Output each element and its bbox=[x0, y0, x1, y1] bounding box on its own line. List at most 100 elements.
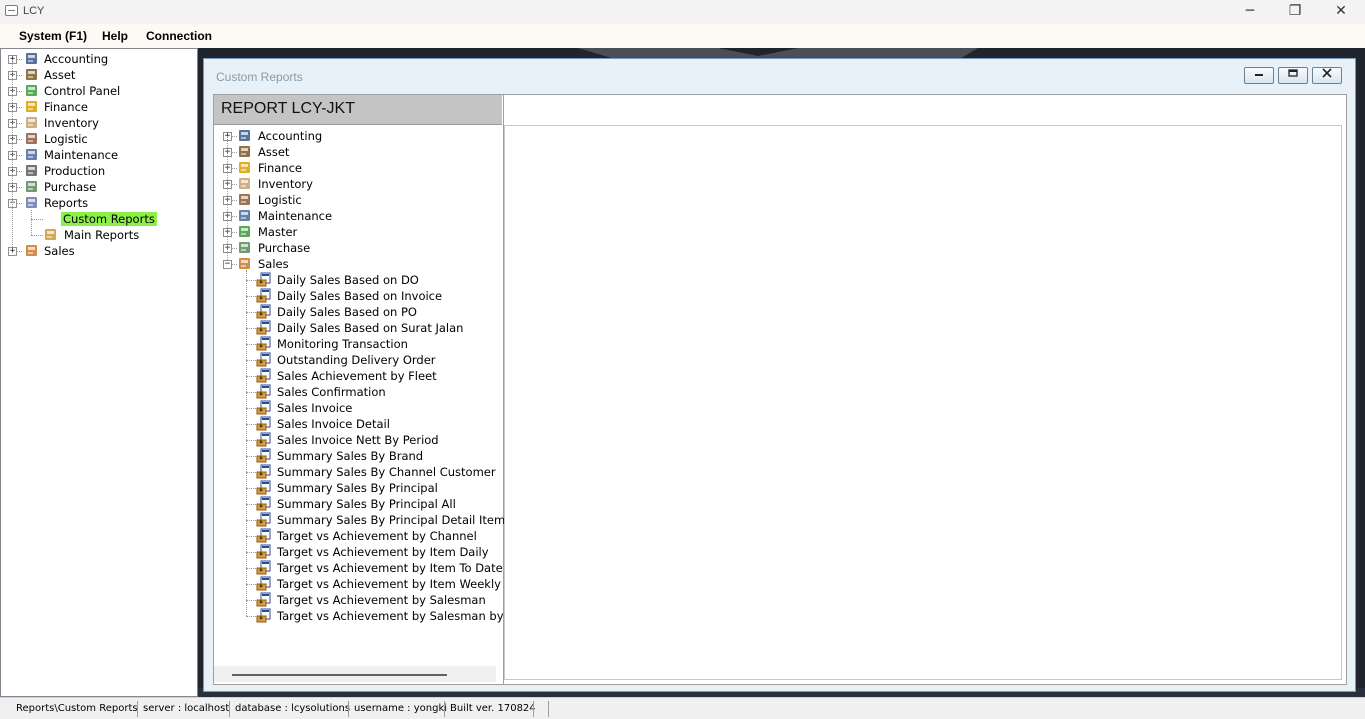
report-item-label: Target vs Achievement by Item Weekly bbox=[277, 577, 501, 591]
report-item[interactable]: Sales Invoice Detail bbox=[214, 416, 500, 432]
tree-connector bbox=[246, 344, 256, 345]
nav-item-purchase[interactable]: + Purchase bbox=[1, 179, 197, 195]
nav-item-reports[interactable]: − Reports bbox=[1, 195, 197, 211]
child-minimize-button[interactable] bbox=[1244, 67, 1274, 84]
status-path: Reports\Custom Reports bbox=[16, 703, 138, 714]
report-item[interactable]: Target vs Achievement by Item Weekly bbox=[214, 576, 501, 592]
app-title: LCY bbox=[23, 5, 45, 17]
nav-item-control-panel[interactable]: + Control Panel bbox=[1, 83, 197, 99]
report-client-area: REPORT LCY-JKT + Accounting + Asset + Finance… bbox=[213, 94, 1347, 685]
report-item[interactable]: Sales Invoice bbox=[214, 400, 500, 416]
purchase-icon bbox=[237, 240, 253, 255]
status-bar: Reports\Custom Reports server : localhos… bbox=[0, 697, 1365, 719]
report-file-icon bbox=[256, 416, 272, 431]
report-file-icon bbox=[256, 368, 272, 383]
tree-connector bbox=[17, 139, 22, 140]
tree-connector bbox=[17, 75, 22, 76]
nav-item-accounting[interactable]: + Accounting bbox=[1, 51, 197, 67]
report-item[interactable]: Summary Sales By Channel Customer bbox=[214, 464, 500, 480]
report-category-inventory[interactable]: + Inventory bbox=[214, 176, 500, 192]
tree-connector bbox=[246, 456, 256, 457]
report-category-master[interactable]: + Master bbox=[214, 224, 500, 240]
report-item[interactable]: Daily Sales Based on Surat Jalan bbox=[214, 320, 500, 336]
inventory-icon bbox=[24, 115, 40, 130]
report-category-sales[interactable]: − Sales bbox=[214, 256, 500, 272]
report-item[interactable]: Sales Confirmation bbox=[214, 384, 500, 400]
tree-connector bbox=[246, 600, 256, 601]
menu-bar: System (F1) Help Connection bbox=[0, 24, 1365, 48]
report-item[interactable]: Sales Invoice Nett By Period bbox=[214, 432, 500, 448]
report-item[interactable]: Monitoring Transaction bbox=[214, 336, 500, 352]
tree-connector bbox=[31, 219, 43, 220]
report-item[interactable]: Daily Sales Based on Invoice bbox=[214, 288, 500, 304]
report-item[interactable]: Target vs Achievement by Item Daily bbox=[214, 544, 500, 560]
report-preview-panel bbox=[504, 125, 1342, 680]
child-restore-button[interactable] bbox=[1278, 67, 1308, 84]
production-icon bbox=[24, 163, 40, 178]
nav-item-inventory[interactable]: + Inventory bbox=[1, 115, 197, 131]
report-item[interactable]: Daily Sales Based on PO bbox=[214, 304, 500, 320]
report-category-logistic[interactable]: + Logistic bbox=[214, 192, 500, 208]
report-category-maintenance[interactable]: + Maintenance bbox=[214, 208, 500, 224]
report-item[interactable]: Summary Sales By Principal Detail Item bbox=[214, 512, 505, 528]
report-header-title: REPORT LCY-JKT bbox=[221, 100, 355, 117]
tree-connector bbox=[246, 552, 256, 553]
report-item[interactable]: Target vs Achievement by Salesman bbox=[214, 592, 500, 608]
report-item[interactable]: Daily Sales Based on DO bbox=[214, 272, 500, 288]
horizontal-scrollbar[interactable] bbox=[214, 666, 496, 682]
nav-item-production[interactable]: + Production bbox=[1, 163, 197, 179]
report-item[interactable]: Target vs Achievement by Channel bbox=[214, 528, 500, 544]
report-file-icon bbox=[256, 336, 272, 351]
nav-item-finance[interactable]: + Finance bbox=[1, 99, 197, 115]
status-database: database : lcysolutions bbox=[235, 703, 351, 714]
report-item[interactable]: Sales Achievement by Fleet bbox=[214, 368, 500, 384]
restore-button[interactable]: ❐ bbox=[1272, 0, 1318, 24]
nav-item-sales[interactable]: + Sales bbox=[1, 243, 197, 259]
report-category-accounting[interactable]: + Accounting bbox=[214, 128, 500, 144]
report-file-icon bbox=[256, 448, 272, 463]
collapse-icon[interactable]: − bbox=[223, 260, 232, 269]
report-item[interactable]: Summary Sales By Principal All bbox=[214, 496, 500, 512]
report-item-label: Summary Sales By Channel Customer bbox=[277, 465, 496, 479]
report-category-label: Purchase bbox=[258, 241, 311, 255]
nav-item-label: Purchase bbox=[44, 180, 97, 194]
menu-connection[interactable]: Connection bbox=[146, 29, 212, 43]
status-build: Built ver. 170824 bbox=[450, 703, 536, 714]
report-category-purchase[interactable]: + Purchase bbox=[214, 240, 500, 256]
tree-connector bbox=[17, 187, 22, 188]
report-file-icon bbox=[256, 320, 272, 335]
report-item-label: Summary Sales By Principal Detail Item bbox=[277, 513, 506, 527]
status-separator bbox=[548, 701, 549, 717]
report-item[interactable]: Target vs Achievement by Item To Date bbox=[214, 560, 503, 576]
master-icon bbox=[237, 224, 253, 239]
report-item[interactable]: Target vs Achievement by Salesman by C bbox=[214, 608, 515, 624]
report-category-finance[interactable]: + Finance bbox=[214, 160, 500, 176]
nav-item-asset[interactable]: + Asset bbox=[1, 67, 197, 83]
menu-help[interactable]: Help bbox=[102, 29, 128, 43]
tree-connector bbox=[246, 280, 256, 281]
menu-system[interactable]: System (F1) bbox=[19, 29, 87, 43]
report-category-asset[interactable]: + Asset bbox=[214, 144, 500, 160]
report-item[interactable]: Summary Sales By Principal bbox=[214, 480, 500, 496]
status-separator bbox=[229, 701, 230, 717]
report-file-icon bbox=[256, 560, 272, 575]
report-item-label: Sales Confirmation bbox=[277, 385, 386, 399]
scrollbar-thumb[interactable] bbox=[232, 674, 447, 676]
child-close-button[interactable] bbox=[1312, 67, 1342, 84]
tree-connector bbox=[31, 210, 32, 235]
minimize-button[interactable]: ─ bbox=[1227, 0, 1273, 24]
nav-item-label-selected: Custom Reports bbox=[61, 212, 157, 226]
report-item[interactable]: Summary Sales By Brand bbox=[214, 448, 500, 464]
report-item-label: Sales Invoice Nett By Period bbox=[277, 433, 439, 447]
nav-item-maintenance[interactable]: + Maintenance bbox=[1, 147, 197, 163]
tree-connector bbox=[17, 107, 22, 108]
report-category-label: Master bbox=[258, 225, 298, 239]
asset-icon bbox=[24, 67, 40, 82]
close-button[interactable]: ✕ bbox=[1318, 0, 1364, 24]
custom-reports-window: Custom Reports REPORT LCY-JKT + Accountin… bbox=[203, 58, 1356, 692]
status-separator bbox=[533, 701, 534, 717]
report-item[interactable]: Outstanding Delivery Order bbox=[214, 352, 500, 368]
report-item-label: Monitoring Transaction bbox=[277, 337, 408, 351]
nav-item-logistic[interactable]: + Logistic bbox=[1, 131, 197, 147]
expand-icon[interactable]: + bbox=[8, 247, 17, 256]
